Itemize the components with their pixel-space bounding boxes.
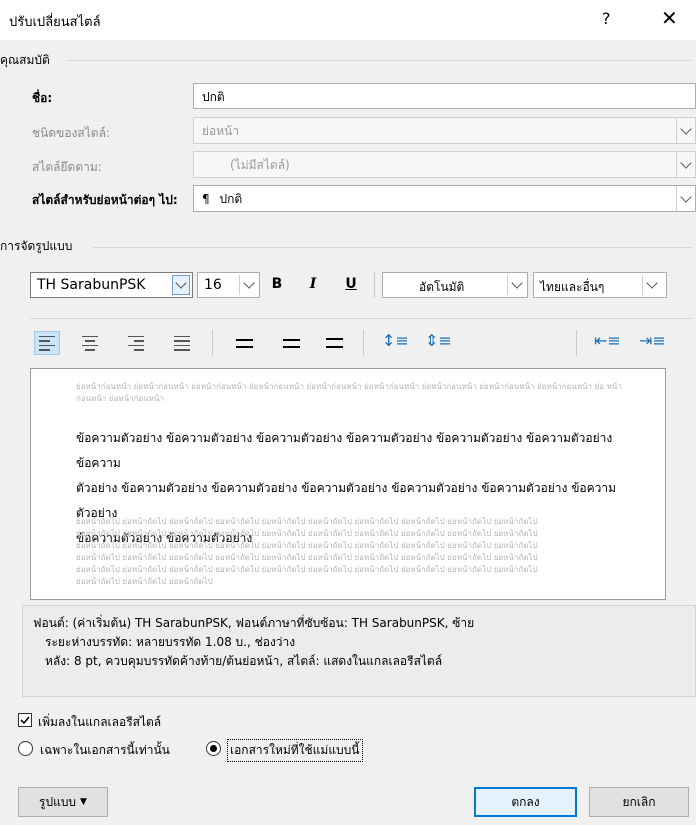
toolbar-divider: [30, 318, 692, 319]
underline-button[interactable]: U: [340, 276, 362, 292]
format-button-label: รูปแบบ: [39, 794, 77, 809]
style-type-label: ชนิดของสไตล์:: [32, 126, 110, 140]
checkmark-icon: [20, 716, 30, 725]
based-on-dropdown: (ไม่มีสไตล์): [193, 151, 696, 178]
style-type-dropdown: ย่อหน้า: [193, 117, 696, 144]
title-bar: [0, 0, 696, 40]
toolbar-separator: [374, 272, 375, 298]
chevron-down-icon: [676, 152, 695, 177]
toolbar-separator: [212, 330, 213, 356]
next-line: ย่อหน้าถัดไป ย่อหน้าถัดไป ย่อหน้าถัดไป: [76, 577, 213, 586]
new-documents-label[interactable]: เอกสารใหม่ที่ใช้แม่แบบนี้: [227, 739, 363, 762]
size-value: 16: [204, 277, 222, 293]
italic-button[interactable]: I: [302, 276, 324, 292]
only-this-document-label[interactable]: เฉพาะในเอกสารนี้เท่านั้น: [40, 741, 170, 760]
description-line: ระยะห่างบรรทัด: หลายบรรทัด 1.08 บ., ช่อง…: [45, 635, 296, 649]
script-dropdown[interactable]: ไทยและอื่นๆ: [533, 272, 667, 298]
increase-paragraph-spacing-icon[interactable]: ↕≡: [382, 331, 409, 350]
align-center-icon[interactable]: [78, 332, 102, 354]
properties-group-label: คุณสมบัติ: [0, 53, 50, 67]
style-description: ฟอนต์: (ค่าเริ่มต้น) TH SarabunPSK, ฟอนต…: [22, 605, 696, 697]
help-button[interactable]: ?: [602, 9, 611, 28]
based-on-value: (ไม่มีสไตล์): [230, 158, 290, 172]
chevron-down-icon[interactable]: [239, 275, 257, 295]
previous-paragraph-text: ย่อหน้าก่อนหน้า ย่อหน้าก่อนหน้า ย่อหน้าก…: [76, 382, 622, 403]
name-label: ชื่อ:: [32, 91, 53, 105]
chevron-down-icon[interactable]: [642, 275, 660, 295]
toolbar-separator: [576, 330, 577, 356]
chevron-down-icon: [676, 186, 695, 211]
one-half-spacing-icon[interactable]: [279, 332, 303, 354]
decrease-paragraph-spacing-icon[interactable]: ⇕≡: [425, 331, 452, 350]
script-value: ไทยและอื่นๆ: [540, 280, 605, 294]
size-combobox[interactable]: 16: [197, 272, 260, 298]
formatting-group-label: การจัดรูปแบบ: [0, 239, 73, 253]
style-type-value: ย่อหน้า: [202, 124, 240, 138]
pilcrow-icon: ¶: [202, 192, 210, 206]
bold-button[interactable]: B: [266, 276, 288, 292]
decrease-indent-icon[interactable]: ⇤≡: [594, 331, 621, 350]
only-this-document-radio[interactable]: [18, 741, 33, 756]
font-value: TH SarabunPSK: [37, 277, 146, 293]
following-style-label: สไตล์สำหรับย่อหน้าต่อๆ ไป:: [32, 193, 178, 207]
formatting-separator: [93, 247, 692, 248]
single-spacing-icon[interactable]: [232, 332, 256, 354]
double-spacing-icon[interactable]: [322, 332, 346, 354]
caret-down-icon: ▼: [80, 797, 87, 807]
close-button[interactable]: ✕: [661, 6, 678, 30]
new-documents-radio[interactable]: [206, 741, 221, 756]
window-title: ปรับเปลี่ยนสไตล์: [9, 15, 101, 30]
sample-line: ข้อความตัวอย่าง ข้อความตัวอย่าง ข้อความต…: [76, 431, 613, 470]
next-paragraph-text: ย่อหน้าถัดไป ย่อหน้าถัดไป ย่อหน้าถัดไป ย…: [76, 516, 646, 588]
chevron-down-icon[interactable]: [172, 275, 190, 295]
based-on-label: สไตล์ยึดตาม:: [32, 160, 102, 174]
ok-button[interactable]: ตกลง: [474, 787, 577, 817]
next-line: ย่อหน้าถัดไป ย่อหน้าถัดไป ย่อหน้าถัดไป ย…: [76, 517, 538, 526]
next-line: ย่อหน้าถัดไป ย่อหน้าถัดไป ย่อหน้าถัดไป ย…: [76, 553, 538, 562]
next-line: ย่อหน้าถัดไป ย่อหน้าถัดไป ย่อหน้าถัดไป ย…: [76, 565, 538, 574]
align-left-icon[interactable]: [34, 331, 60, 355]
description-line: หลัง: 8 pt, ควบคุมบรรทัดค้างท้าย/ต้นย่อห…: [45, 654, 443, 668]
next-line: ย่อหน้าถัดไป ย่อหน้าถัดไป ย่อหน้าถัดไป ย…: [76, 529, 538, 538]
following-style-value: ปกติ: [219, 192, 243, 206]
justify-icon[interactable]: [170, 332, 194, 354]
name-field[interactable]: ปกติ: [193, 83, 696, 109]
chevron-down-icon: [676, 118, 695, 143]
radio-selected-dot: [210, 745, 217, 752]
cancel-button[interactable]: ยกเลิก: [589, 787, 689, 817]
font-color-dropdown[interactable]: อัตโนมัติ: [382, 272, 528, 298]
toolbar-separator: [363, 330, 364, 356]
description-line: ฟอนต์: (ค่าเริ่มต้น) TH SarabunPSK, ฟอนต…: [33, 616, 475, 630]
align-right-icon[interactable]: [124, 332, 148, 354]
following-style-dropdown[interactable]: ¶ ปกติ: [193, 185, 696, 212]
format-button[interactable]: รูปแบบ ▼: [18, 787, 108, 817]
font-combobox[interactable]: TH SarabunPSK: [30, 272, 193, 298]
add-to-gallery-checkbox[interactable]: [18, 713, 32, 727]
increase-indent-icon[interactable]: ⇥≡: [639, 331, 666, 350]
next-line: ย่อหน้าถัดไป ย่อหน้าถัดไป ย่อหน้าถัดไป ย…: [76, 541, 538, 550]
properties-separator: [66, 60, 692, 61]
font-color-value: อัตโนมัติ: [419, 280, 465, 294]
add-to-gallery-label[interactable]: เพิ่มลงในแกลเลอรีสไตล์: [38, 713, 161, 732]
style-preview: ย่อหน้าก่อนหน้า ย่อหน้าก่อนหน้า ย่อหน้าก…: [30, 368, 666, 600]
chevron-down-icon[interactable]: [507, 275, 525, 295]
